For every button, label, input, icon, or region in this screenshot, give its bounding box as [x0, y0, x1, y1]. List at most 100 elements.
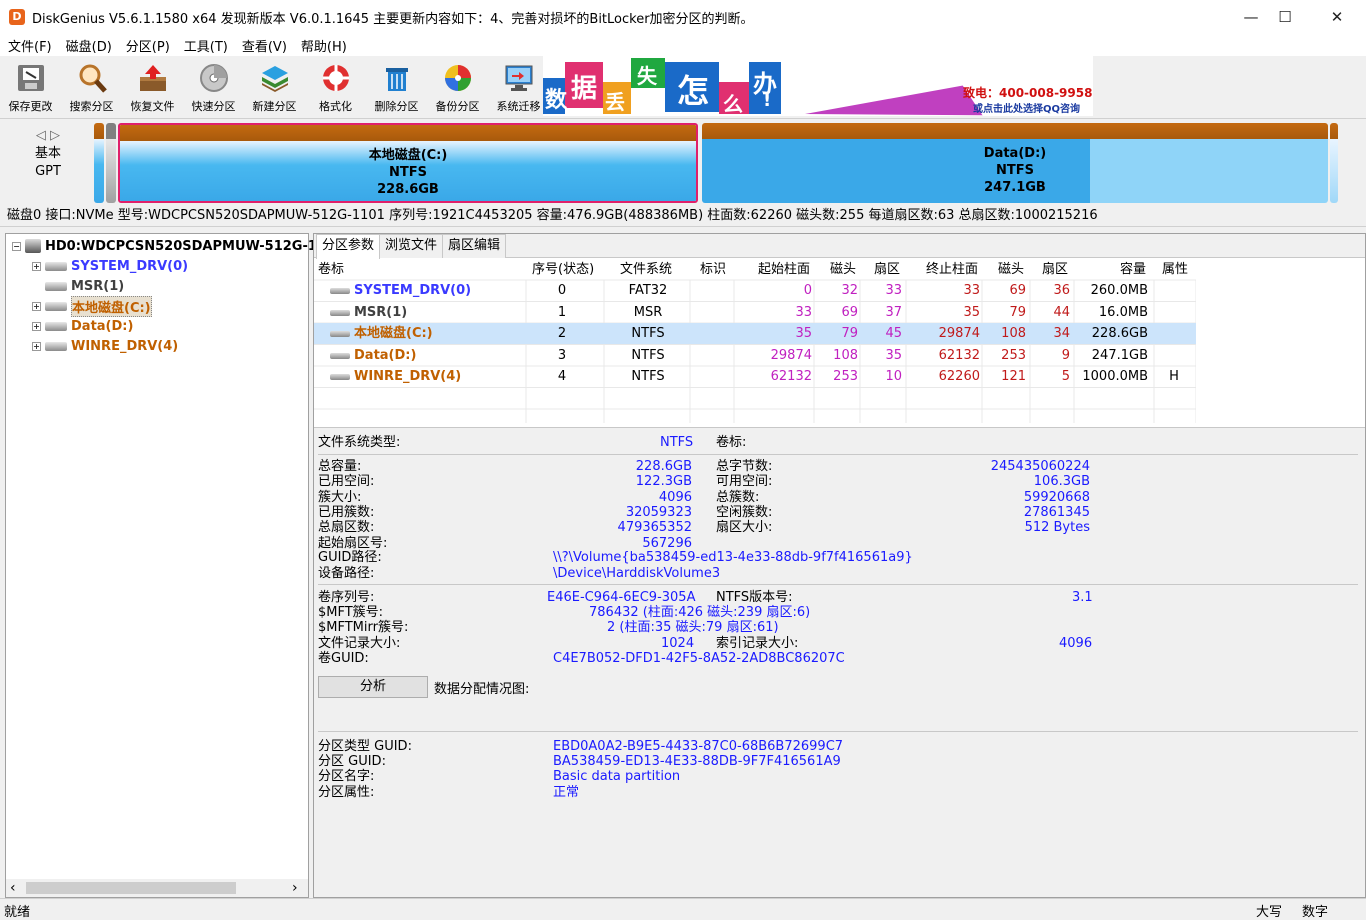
prop-value: 32059323: [625, 504, 692, 520]
save-changes-button[interactable]: 保存更改: [0, 56, 61, 116]
col-start-sector[interactable]: 扇区: [874, 259, 900, 280]
quick-partition-button[interactable]: 快速分区: [183, 56, 244, 116]
tree-item-msr[interactable]: MSR(1): [32, 276, 124, 296]
tree-expand-icon[interactable]: +: [32, 341, 41, 351]
map-part-system[interactable]: [94, 123, 104, 203]
partition-icon: [330, 288, 350, 294]
banner-char-6: 么: [723, 92, 743, 116]
banner-char-2: 据: [571, 74, 598, 104]
format-button[interactable]: 格式化: [305, 56, 366, 116]
scroll-left-icon[interactable]: ‹: [10, 879, 16, 897]
map-part-d[interactable]: Data(D:) NTFS 247.1GB: [702, 123, 1328, 203]
tree-expand-icon[interactable]: +: [32, 261, 41, 271]
cell-卷标: 本地磁盘(C:): [354, 326, 433, 341]
col-seq-status[interactable]: 序号(状态): [532, 259, 594, 280]
partition-icon: [45, 321, 67, 331]
migrate-icon: [503, 62, 535, 94]
tree-horizontal-scrollbar[interactable]: ‹ ›: [6, 879, 308, 897]
maximize-button[interactable]: ☐: [1262, 0, 1308, 34]
guid-path-value: \\?\Volume{ba538459-ed13-4e33-88db-9f7f4…: [553, 550, 913, 565]
map-part-c[interactable]: 本地磁盘(C:) NTFS 228.6GB: [118, 123, 698, 203]
menu-file[interactable]: 文件(F): [0, 36, 58, 55]
tab-partition-params[interactable]: 分区参数: [316, 234, 381, 259]
analyze-button[interactable]: 分析: [318, 676, 428, 698]
table-row-system-drv[interactable]: SYSTEM_DRV(0) 0 FAT32 0 32 33 33 69 36 260.0MB: [314, 280, 1196, 301]
tree-collapse-icon[interactable]: −: [12, 241, 21, 251]
new-partition-button[interactable]: 新建分区: [244, 56, 305, 116]
col-capacity[interactable]: 容量: [1120, 259, 1146, 280]
disk-map: 本地磁盘(C:) NTFS 228.6GB Data(D:) NTFS 247.…: [94, 123, 1338, 203]
menu-tools[interactable]: 工具(T): [176, 36, 234, 55]
quick-partition-label: 快速分区: [191, 100, 236, 113]
table-row-c-drive[interactable]: 本地磁盘(C:) 2 NTFS 35 79 45 29874 108 34 228.6GB: [314, 323, 1196, 344]
recover-icon: [137, 62, 169, 94]
cell-终止柱面: 33: [963, 283, 980, 298]
partition-table: 卷标 序号(状态) 文件系统 标识 起始柱面 磁头 扇区 终止柱面 磁头 扇区 …: [314, 259, 1365, 424]
col-end-cyl[interactable]: 终止柱面: [926, 259, 978, 280]
table-row-msr[interactable]: MSR(1) 1 MSR 33 69 37 35 79 44 16.0MB: [314, 302, 1196, 323]
tree-item-d-drive[interactable]: + Data(D:): [32, 316, 133, 336]
col-volume-label[interactable]: 卷标: [318, 259, 344, 280]
col-end-head[interactable]: 磁头: [998, 259, 1024, 280]
tree-item-system-drv[interactable]: + SYSTEM_DRV(0): [32, 256, 188, 276]
disk-nav-arrows[interactable]: ◁ ▷: [10, 127, 86, 145]
scroll-right-icon[interactable]: ›: [292, 879, 298, 897]
map-part-c-size: 228.6GB: [377, 182, 439, 197]
cell-容量: 260.0MB: [1090, 283, 1148, 298]
tree-expand-icon[interactable]: +: [32, 321, 41, 331]
table-row-winre-drv[interactable]: WINRE_DRV(4) 4 NTFS 62132 253 10 62260 121 5 1000…: [314, 366, 1196, 387]
cell-磁头: 79: [841, 326, 858, 341]
tree-root-disk[interactable]: − HD0:WDCPCSN520SDAPMUW-512G-1: [12, 236, 317, 256]
cell-终止柱面: 62132: [938, 347, 980, 363]
partition-properties: 文件系统类型: NTFS 卷标: 总容量: 228.6GB 已用空间: 122.3GB…: [314, 427, 1365, 897]
cell-标识: [696, 280, 730, 301]
table-row-d-drive[interactable]: Data(D:) 3 NTFS 29874 108 35 62132 253 9 247.1GB: [314, 345, 1196, 366]
banner-char-4: 失: [637, 64, 657, 88]
col-id[interactable]: 标识: [700, 259, 726, 280]
recover-files-button[interactable]: 恢复文件: [122, 56, 183, 116]
prop-label: 簇大小:: [318, 489, 362, 505]
menu-help[interactable]: 帮助(H): [293, 36, 353, 55]
map-part-msr[interactable]: [106, 123, 116, 203]
ntfs-version-label: NTFS版本号:: [716, 590, 793, 605]
map-part-d-fs: NTFS: [996, 163, 1034, 178]
prop-value: 228.6GB: [635, 459, 692, 474]
backup-partition-button[interactable]: 备份分区: [427, 56, 488, 116]
volume-guid-value: C4E7B052-DFD1-42F5-8A52-2AD8BC86207C: [553, 651, 845, 666]
tree-item-winre[interactable]: + WINRE_DRV(4): [32, 336, 178, 356]
map-part-c-fs: NTFS: [389, 165, 427, 180]
menu-disk[interactable]: 磁盘(D): [58, 36, 118, 55]
search-partition-button[interactable]: 搜索分区: [61, 56, 122, 116]
cell-文件系统: MSR: [633, 304, 663, 320]
tab-sector-edit[interactable]: 扇区编辑: [442, 234, 507, 258]
system-migrate-label: 系统迁移: [496, 100, 541, 113]
col-attr[interactable]: 属性: [1162, 259, 1188, 280]
tree-scroll-thumb[interactable]: [26, 882, 236, 894]
recover-files-label: 恢复文件: [130, 100, 175, 113]
col-start-head[interactable]: 磁头: [830, 259, 856, 280]
map-part-winre[interactable]: [1330, 123, 1338, 203]
banner-char-3: 丢: [605, 90, 625, 114]
menu-partition[interactable]: 分区(P): [118, 36, 176, 55]
cell-磁头: 79: [1009, 304, 1026, 320]
delete-partition-button[interactable]: 删除分区: [366, 56, 427, 116]
system-migrate-button[interactable]: 系统迁移: [488, 56, 549, 116]
cell-磁头: 253: [1001, 347, 1026, 363]
tab-browse-files[interactable]: 浏览文件: [379, 234, 444, 258]
cell-标识: [696, 302, 730, 323]
partition-icon: [45, 301, 67, 311]
prop-value: 479365352: [617, 520, 692, 536]
status-text: 就绪: [4, 905, 31, 920]
tree-expand-icon[interactable]: +: [32, 301, 41, 311]
partition-name-label: 分区名字:: [318, 769, 375, 784]
col-end-sector[interactable]: 扇区: [1042, 259, 1068, 280]
col-start-cyl[interactable]: 起始柱面: [758, 259, 810, 280]
menu-bar: 文件(F) 磁盘(D) 分区(P) 工具(T) 查看(V) 帮助(H): [0, 34, 1366, 56]
cell-标识: [696, 366, 730, 387]
banner-ad[interactable]: 数 据 丢 失 怎 么 办 ! DiskGenius 团队为您服务 致电：400…: [543, 56, 1093, 116]
tree-item-c-drive[interactable]: + 本地磁盘(C:): [32, 295, 152, 317]
menu-view[interactable]: 查看(V): [234, 36, 293, 55]
banner-exclaim: !: [763, 90, 772, 111]
close-button[interactable]: ✕: [1314, 0, 1360, 34]
col-filesystem[interactable]: 文件系统: [620, 259, 672, 280]
